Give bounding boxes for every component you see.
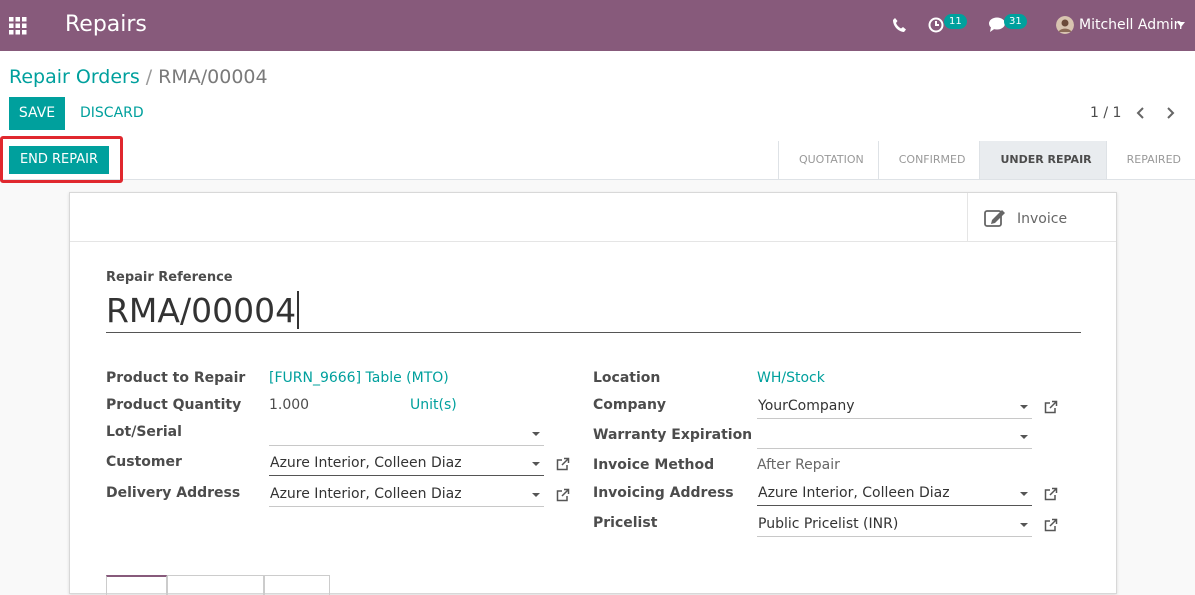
invoice-label: Invoice xyxy=(1017,211,1068,227)
company-value: YourCompany xyxy=(758,398,855,414)
breadcrumb-current: RMA/00004 xyxy=(158,66,268,88)
message-count-badge: 31 xyxy=(1004,14,1027,29)
invoice-method-label: Invoice Method xyxy=(593,457,715,473)
edit-icon xyxy=(984,208,1008,232)
warranty-expiration-label: Warranty Expiration xyxy=(593,427,753,443)
app-title: Repairs xyxy=(65,12,147,37)
external-link-icon[interactable] xyxy=(1044,487,1058,501)
stage-repaired[interactable]: REPAIRED xyxy=(1105,141,1195,179)
product-to-repair-link[interactable]: [FURN_9666] Table (MTO) xyxy=(269,370,449,386)
dropdown-caret-icon[interactable] xyxy=(532,493,540,497)
highlight-annotation xyxy=(0,136,123,183)
dropdown-caret-icon[interactable] xyxy=(1020,405,1028,409)
external-link-icon[interactable] xyxy=(1044,400,1058,414)
discard-button[interactable]: DISCARD xyxy=(72,97,152,130)
customer-label: Customer xyxy=(106,454,182,470)
customer-select[interactable]: Azure Interior, Colleen Diaz xyxy=(269,452,544,476)
invoicing-address-select[interactable]: Azure Interior, Colleen Diaz xyxy=(757,482,1032,506)
form-sheet: Invoice Repair Reference RMA/00004 Produ… xyxy=(69,192,1117,595)
delivery-address-label: Delivery Address xyxy=(106,485,241,501)
user-menu[interactable]: Mitchell Admin xyxy=(1079,17,1183,33)
lot-serial-select[interactable] xyxy=(269,422,544,446)
repair-reference-label: Repair Reference xyxy=(106,270,233,285)
location-link[interactable]: WH/Stock xyxy=(757,370,825,386)
stage-quotation[interactable]: QUOTATION xyxy=(777,141,878,179)
dropdown-caret-icon[interactable] xyxy=(532,462,540,466)
breadcrumb-repair-orders[interactable]: Repair Orders xyxy=(9,66,140,88)
delivery-address-select[interactable]: Azure Interior, Colleen Diaz xyxy=(269,483,544,507)
location-label: Location xyxy=(593,370,661,386)
customer-value: Azure Interior, Colleen Diaz xyxy=(270,455,462,471)
repair-reference-input[interactable]: RMA/00004 xyxy=(106,289,1081,333)
external-link-icon[interactable] xyxy=(556,457,570,471)
uom-link[interactable]: Unit(s) xyxy=(410,397,457,413)
apps-grid-icon[interactable] xyxy=(9,17,27,35)
warranty-expiration-input[interactable] xyxy=(757,425,1032,449)
dropdown-caret-icon[interactable] xyxy=(1020,523,1028,527)
product-to-repair-label: Product to Repair xyxy=(106,370,246,386)
chevron-left-icon[interactable] xyxy=(1135,106,1147,124)
top-navbar: Repairs 11 31 Mitchell Admin xyxy=(0,0,1195,51)
breadcrumb: Repair Orders / RMA/00004 xyxy=(9,66,268,88)
control-panel: Repair Orders / RMA/00004 SAVE DISCARD 1 /… xyxy=(0,51,1195,142)
product-quantity-label: Product Quantity xyxy=(106,397,242,413)
dropdown-caret-icon[interactable] xyxy=(1020,435,1028,439)
pricelist-value: Public Pricelist (INR) xyxy=(758,516,899,532)
company-select[interactable]: YourCompany xyxy=(757,395,1032,419)
user-avatar[interactable] xyxy=(1056,16,1074,34)
external-link-icon[interactable] xyxy=(556,488,570,502)
pricelist-label: Pricelist xyxy=(593,515,658,531)
lot-serial-label: Lot/Serial xyxy=(106,424,182,440)
breadcrumb-separator: / xyxy=(145,66,153,88)
invoice-method-value: After Repair xyxy=(757,457,840,473)
tab-3[interactable] xyxy=(264,575,330,595)
smart-button-box: Invoice xyxy=(70,193,1116,242)
stage-under-repair[interactable]: UNDER REPAIR xyxy=(979,141,1106,179)
text-cursor xyxy=(297,291,299,329)
stage-confirmed[interactable]: CONFIRMED xyxy=(877,141,980,179)
dropdown-caret-icon[interactable] xyxy=(1020,492,1028,496)
delivery-address-value: Azure Interior, Colleen Diaz xyxy=(270,486,462,502)
tab-2[interactable] xyxy=(167,575,264,595)
repair-reference-value: RMA/00004 xyxy=(106,291,297,330)
stage-pipeline: QUOTATION CONFIRMED UNDER REPAIR REPAIRE… xyxy=(777,141,1195,179)
company-label: Company xyxy=(593,397,667,413)
invoicing-address-label: Invoicing Address xyxy=(593,485,734,501)
chevron-down-icon[interactable] xyxy=(1177,22,1185,27)
chevron-right-icon[interactable] xyxy=(1164,106,1176,124)
save-button[interactable]: SAVE xyxy=(9,97,65,130)
activity-count-badge: 11 xyxy=(944,14,967,29)
external-link-icon[interactable] xyxy=(1044,518,1058,532)
dropdown-caret-icon[interactable] xyxy=(532,432,540,436)
product-quantity-value[interactable]: 1.000 xyxy=(269,397,309,413)
tab-1[interactable] xyxy=(106,575,167,595)
phone-icon[interactable] xyxy=(891,16,907,38)
invoice-smart-button[interactable]: Invoice xyxy=(967,193,1115,241)
pager-value: 1 / 1 xyxy=(1090,105,1122,121)
pricelist-select[interactable]: Public Pricelist (INR) xyxy=(757,513,1032,537)
invoicing-address-value: Azure Interior, Colleen Diaz xyxy=(758,485,950,501)
activity-clock-icon[interactable] xyxy=(928,15,945,38)
